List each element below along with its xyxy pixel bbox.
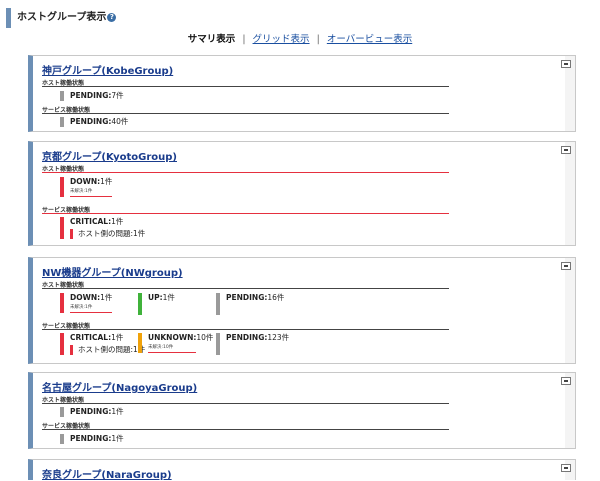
status-label: CRITICAL: [70, 333, 112, 342]
service-status-unknown[interactable]: UNKNOWN:10件 未解決:10件 [138, 333, 213, 353]
section-divider [42, 113, 449, 114]
status-count: 1件 [111, 217, 124, 226]
panel-body: 京都グループ(KyotoGroup) ホスト稼働状態 DOWN:1件 未解決:1… [33, 142, 565, 245]
group-title-link[interactable]: NW機器グループ(NWgroup) [42, 264, 183, 279]
section-divider [42, 429, 449, 430]
service-status-pending[interactable]: PENDING:123件 [216, 333, 289, 355]
service-status-pending[interactable]: PENDING:1件 [60, 434, 124, 444]
status-count: 1件 [100, 293, 113, 302]
status-count: 10件 [196, 333, 214, 342]
status-label: UP: [148, 293, 163, 302]
page-title: ホストグループ表示? [6, 8, 117, 28]
panel-body: NW機器グループ(NWgroup) ホスト稼働状態 DOWN:1件 未解決:1件… [33, 258, 565, 363]
service-status-pending[interactable]: PENDING:40件 [60, 117, 128, 127]
hostgroup-panel-kobe: 神戸グループ(KobeGroup) ホスト稼働状態 PENDING:7件 サービ… [28, 55, 576, 132]
host-status-down[interactable]: DOWN:1件 未解決:1件 [60, 177, 112, 197]
status-count: 16件 [267, 293, 285, 302]
hostgroup-panel-nara: 奈良グループ(NaraGroup) [28, 459, 576, 481]
status-count: 1件 [111, 333, 124, 342]
section-divider [42, 172, 449, 173]
group-title-link[interactable]: 奈良グループ(NaraGroup) [42, 466, 172, 481]
host-status-pending[interactable]: PENDING:1件 [60, 407, 124, 417]
status-label: PENDING: [226, 333, 268, 342]
host-status-pending[interactable]: PENDING:16件 [216, 293, 284, 315]
collapse-toggle-icon[interactable] [561, 262, 571, 270]
group-title-link[interactable]: 神戸グループ(KobeGroup) [42, 62, 173, 77]
section-divider [42, 213, 449, 214]
status-label: PENDING: [70, 434, 112, 443]
status-label: UNKNOWN: [148, 333, 197, 342]
service-status-critical[interactable]: CRITICAL:1件 ホスト側の問題:1件 [60, 217, 145, 239]
collapse-toggle-icon[interactable] [561, 377, 571, 385]
view-overview-link[interactable]: オーバービュー表示 [327, 34, 412, 45]
collapse-toggle-icon[interactable] [561, 464, 571, 472]
service-status-critical[interactable]: CRITICAL:1件 ホスト側の問題:1件 [60, 333, 145, 355]
group-title-link[interactable]: 名古屋グループ(NagoyaGroup) [42, 379, 197, 394]
section-divider [42, 329, 449, 330]
collapse-toggle-icon[interactable] [561, 60, 571, 68]
host-problem-count[interactable]: ホスト側の問題:1件 [70, 229, 145, 239]
unresolved-count[interactable]: 未解決:1件 [70, 188, 112, 197]
hostgroup-panel-kyoto: 京都グループ(KyotoGroup) ホスト稼働状態 DOWN:1件 未解決:1… [28, 141, 576, 246]
status-count: 1件 [111, 434, 124, 443]
status-label: DOWN: [70, 293, 101, 302]
status-count: 1件 [162, 293, 175, 302]
status-label: CRITICAL: [70, 217, 112, 226]
status-count: 1件 [100, 177, 113, 186]
status-count: 123件 [267, 333, 290, 342]
panel-body: 名古屋グループ(NagoyaGroup) ホスト稼働状態 PENDING:1件 … [33, 373, 565, 448]
view-switcher: サマリ表示 | グリッド表示 | オーバービュー表示 [0, 34, 600, 46]
help-icon[interactable]: ? [107, 13, 117, 22]
section-divider [42, 288, 449, 289]
status-count: 7件 [111, 91, 124, 100]
status-label: DOWN: [70, 177, 101, 186]
status-label: PENDING: [226, 293, 268, 302]
status-count: 40件 [111, 117, 129, 126]
host-status-up[interactable]: UP:1件 [138, 293, 175, 315]
host-status-pending[interactable]: PENDING:7件 [60, 91, 124, 101]
unresolved-count[interactable]: 未解決:10件 [148, 344, 196, 353]
panel-body: 神戸グループ(KobeGroup) ホスト稼働状態 PENDING:7件 サービ… [33, 56, 565, 131]
host-problem-count[interactable]: ホスト側の問題:1件 [70, 345, 145, 355]
view-summary-current: サマリ表示 [187, 34, 236, 45]
hostgroup-panel-nw: NW機器グループ(NWgroup) ホスト稼働状態 DOWN:1件 未解決:1件… [28, 257, 576, 364]
host-status-down[interactable]: DOWN:1件 未解決:1件 [60, 293, 112, 313]
nav-separator: | [316, 34, 320, 45]
section-divider [42, 403, 449, 404]
group-title-link[interactable]: 京都グループ(KyotoGroup) [42, 148, 177, 163]
view-grid-link[interactable]: グリッド表示 [253, 34, 310, 45]
status-count: 1件 [111, 407, 124, 416]
unresolved-count[interactable]: 未解決:1件 [70, 304, 112, 313]
status-label: PENDING: [70, 117, 112, 126]
section-divider [42, 86, 449, 87]
hostgroup-panel-nagoya: 名古屋グループ(NagoyaGroup) ホスト稼働状態 PENDING:1件 … [28, 372, 576, 449]
status-label: PENDING: [70, 407, 112, 416]
page-title-text: ホストグループ表示 [17, 12, 107, 23]
status-label: PENDING: [70, 91, 112, 100]
nav-separator: | [242, 34, 246, 45]
collapse-toggle-icon[interactable] [561, 146, 571, 154]
panel-body: 奈良グループ(NaraGroup) [33, 460, 565, 481]
